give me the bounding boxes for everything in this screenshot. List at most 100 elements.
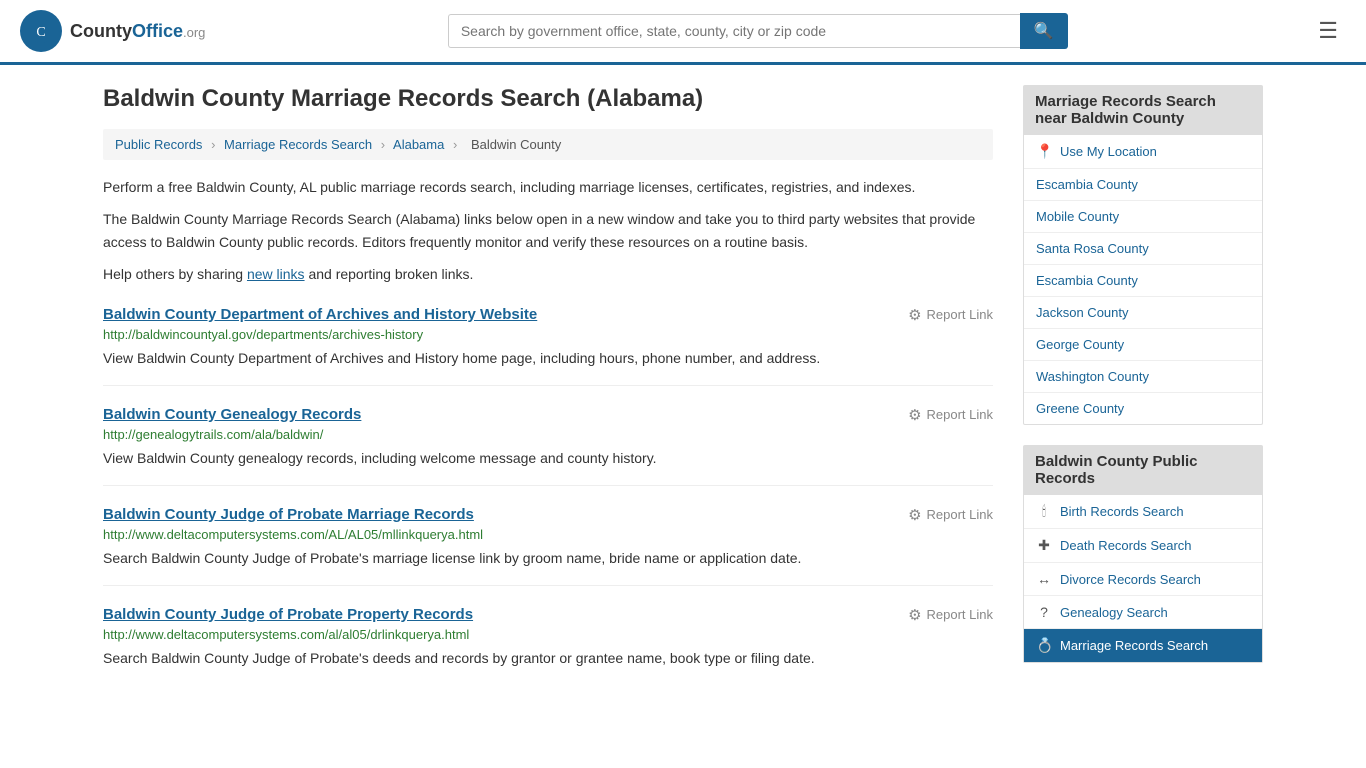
sidebar-nearby-link[interactable]: Use My Location [1060,144,1157,159]
record-url: http://baldwincountyal.gov/departments/a… [103,327,993,342]
logo-icon: C [20,10,62,52]
public-records-section: Baldwin County Public Records 🕯 Birth Rec… [1023,445,1263,663]
desc3-after: and reporting broken links. [305,266,474,282]
public-records-title: Baldwin County Public Records [1023,445,1263,495]
location-icon: 📍 [1036,143,1052,160]
description-2: The Baldwin County Marriage Records Sear… [103,208,993,253]
sidebar-public-records-item[interactable]: 💍 Marriage Records Search [1024,629,1262,662]
content-area: Baldwin County Marriage Records Search (… [103,85,993,705]
sidebar-nearby-item[interactable]: Escambia County [1024,265,1262,297]
record-header: Baldwin County Genealogy Records ⚙ Repor… [103,406,993,424]
report-icon: ⚙ [908,406,921,424]
desc3-before: Help others by sharing [103,266,247,282]
record-desc: View Baldwin County genealogy records, i… [103,448,993,469]
sidebar: Marriage Records Search near Baldwin Cou… [1023,85,1263,705]
sidebar-public-records-item[interactable]: 🕯 Birth Records Search [1024,495,1262,529]
sidebar-public-records-link[interactable]: Death Records Search [1060,538,1192,553]
logo-area: C CountyOffice.org [20,10,205,52]
sidebar-nearby-item[interactable]: 📍 Use My Location [1024,135,1262,169]
description-3: Help others by sharing new links and rep… [103,263,993,285]
public-records-icon: ✚ [1036,537,1052,554]
record-desc: Search Baldwin County Judge of Probate's… [103,648,993,669]
sidebar-nearby-link[interactable]: George County [1036,337,1124,352]
sidebar-nearby-link[interactable]: Mobile County [1036,209,1119,224]
record-title[interactable]: Baldwin County Department of Archives an… [103,306,537,323]
record-url: http://www.deltacomputersystems.com/al/a… [103,627,993,642]
record-header: Baldwin County Department of Archives an… [103,306,993,324]
report-label: Report Link [927,607,993,622]
page-title: Baldwin County Marriage Records Search (… [103,85,993,113]
breadcrumb-sep2: › [381,137,385,152]
sidebar-nearby-item[interactable]: Mobile County [1024,201,1262,233]
record-header: Baldwin County Judge of Probate Marriage… [103,506,993,524]
sidebar-nearby-link[interactable]: Jackson County [1036,305,1129,320]
record-url: http://genealogytrails.com/ala/baldwin/ [103,427,993,442]
record-entry: Baldwin County Department of Archives an… [103,306,993,386]
breadcrumb-sep1: › [211,137,215,152]
record-entry: Baldwin County Genealogy Records ⚙ Repor… [103,406,993,486]
breadcrumb: Public Records › Marriage Records Search… [103,129,993,160]
records-container: Baldwin County Department of Archives an… [103,306,993,685]
sidebar-nearby-item[interactable]: Washington County [1024,361,1262,393]
sidebar-nearby-item[interactable]: George County [1024,329,1262,361]
breadcrumb-public-records[interactable]: Public Records [115,137,202,152]
sidebar-nearby-link[interactable]: Escambia County [1036,177,1138,192]
record-entry: Baldwin County Judge of Probate Property… [103,606,993,685]
public-records-list: 🕯 Birth Records Search ✚ Death Records Sear… [1023,495,1263,663]
record-title[interactable]: Baldwin County Genealogy Records [103,406,361,423]
main-container: Baldwin County Marriage Records Search (… [83,65,1283,725]
header: C CountyOffice.org 🔍 ☰ [0,0,1366,65]
sidebar-public-records-link[interactable]: Marriage Records Search [1060,638,1208,653]
record-desc: View Baldwin County Department of Archiv… [103,348,993,369]
report-label: Report Link [927,407,993,422]
public-records-icon: 🕯 [1036,503,1052,520]
sidebar-nearby-item[interactable]: Santa Rosa County [1024,233,1262,265]
report-icon: ⚙ [908,506,921,524]
public-records-icon: 💍 [1036,637,1052,654]
report-icon: ⚙ [908,306,921,324]
sidebar-public-records-item[interactable]: ↔ Divorce Records Search [1024,563,1262,596]
breadcrumb-marriage-records[interactable]: Marriage Records Search [224,137,372,152]
logo-text: CountyOffice.org [70,21,205,42]
record-title[interactable]: Baldwin County Judge of Probate Property… [103,606,473,623]
breadcrumb-sep3: › [453,137,457,152]
sidebar-nearby-item[interactable]: Jackson County [1024,297,1262,329]
nearby-list: 📍 Use My Location Escambia County Mobile Co… [1023,135,1263,425]
sidebar-nearby-link[interactable]: Escambia County [1036,273,1138,288]
record-title[interactable]: Baldwin County Judge of Probate Marriage… [103,506,474,523]
report-label: Report Link [927,507,993,522]
sidebar-public-records-link[interactable]: Birth Records Search [1060,504,1184,519]
search-input[interactable] [448,14,1020,48]
nearby-title: Marriage Records Search near Baldwin Cou… [1023,85,1263,135]
record-url: http://www.deltacomputersystems.com/AL/A… [103,527,993,542]
search-button[interactable]: 🔍 [1020,13,1068,49]
public-records-icon: ? [1036,604,1052,620]
search-area: 🔍 [448,13,1068,49]
record-desc: Search Baldwin County Judge of Probate's… [103,548,993,569]
sidebar-nearby-item[interactable]: Escambia County [1024,169,1262,201]
nearby-section: Marriage Records Search near Baldwin Cou… [1023,85,1263,425]
public-records-icon: ↔ [1036,571,1052,587]
svg-text:C: C [36,25,45,40]
report-link[interactable]: ⚙ Report Link [908,606,993,624]
report-link[interactable]: ⚙ Report Link [908,406,993,424]
new-links-link[interactable]: new links [247,266,305,282]
description-1: Perform a free Baldwin County, AL public… [103,176,993,198]
report-icon: ⚙ [908,606,921,624]
sidebar-nearby-link[interactable]: Washington County [1036,369,1149,384]
sidebar-public-records-item[interactable]: ? Genealogy Search [1024,596,1262,629]
sidebar-nearby-link[interactable]: Santa Rosa County [1036,241,1149,256]
report-link[interactable]: ⚙ Report Link [908,506,993,524]
report-link[interactable]: ⚙ Report Link [908,306,993,324]
report-label: Report Link [927,307,993,322]
record-header: Baldwin County Judge of Probate Property… [103,606,993,624]
sidebar-public-records-link[interactable]: Divorce Records Search [1060,572,1201,587]
sidebar-nearby-item[interactable]: Greene County [1024,393,1262,424]
menu-button[interactable]: ☰ [1310,14,1346,48]
sidebar-public-records-item[interactable]: ✚ Death Records Search [1024,529,1262,563]
sidebar-public-records-link[interactable]: Genealogy Search [1060,605,1168,620]
breadcrumb-current: Baldwin County [471,137,561,152]
breadcrumb-alabama[interactable]: Alabama [393,137,444,152]
sidebar-nearby-link[interactable]: Greene County [1036,401,1124,416]
record-entry: Baldwin County Judge of Probate Marriage… [103,506,993,586]
